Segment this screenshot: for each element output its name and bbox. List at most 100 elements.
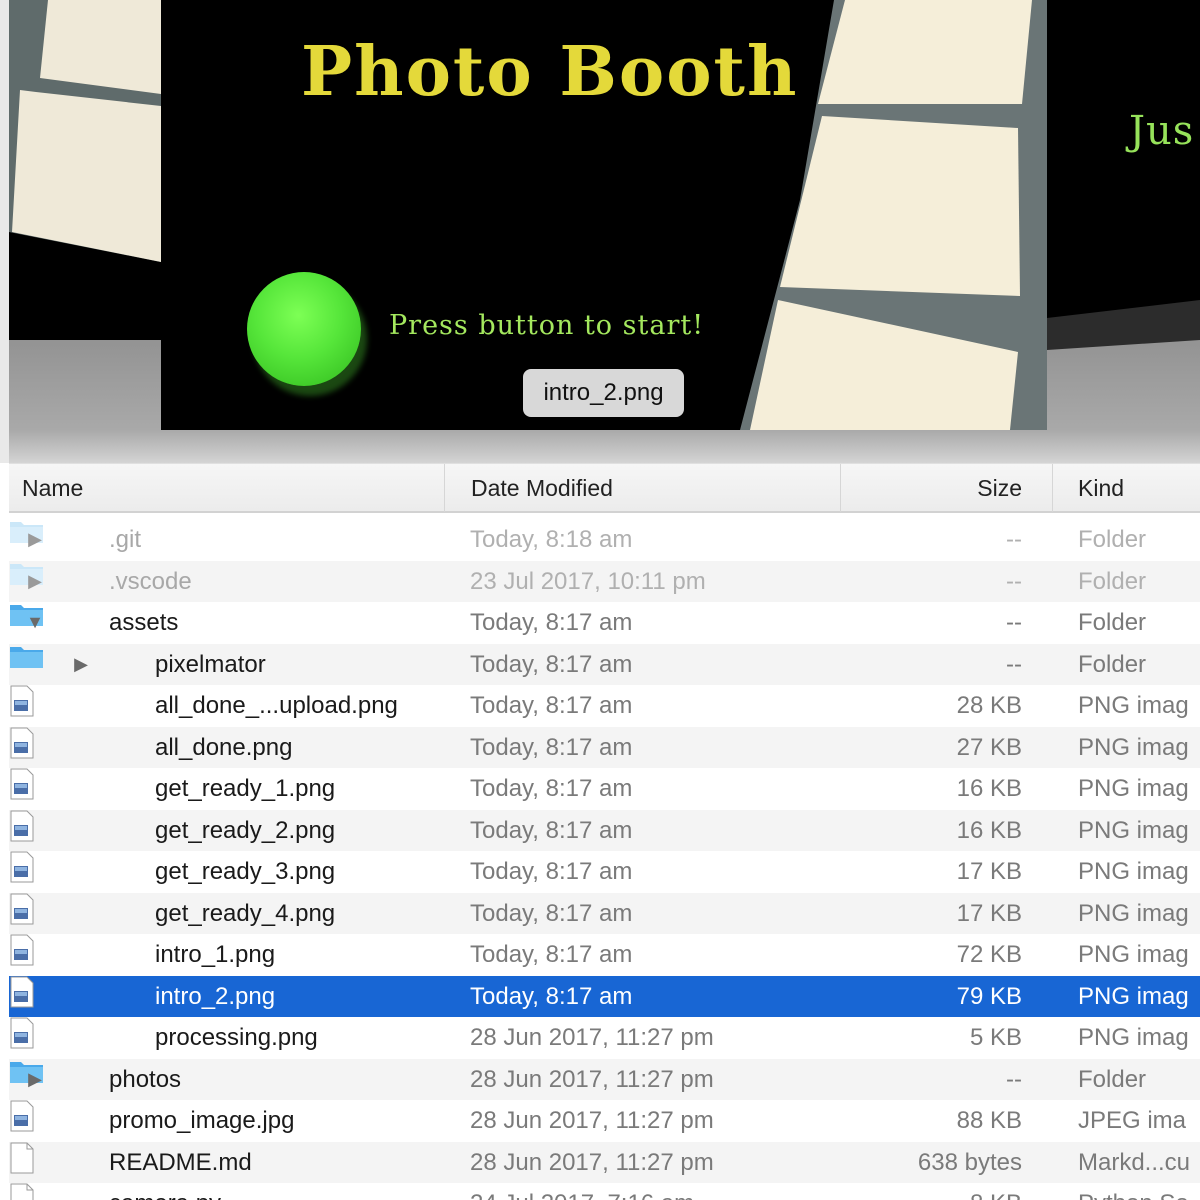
file-kind: PNG imag: [1078, 816, 1189, 844]
file-kind: PNG imag: [1078, 692, 1189, 719]
file-row-camera[interactable]: camera.py 24 Jul 2017, 7:16 am 8 KB Pyth…: [9, 1183, 1200, 1200]
file-date-modified: Today, 8:17 am: [470, 816, 633, 844]
file-name: pixelmator: [155, 650, 266, 678]
file-name: all_done.png: [155, 733, 293, 761]
file-date-modified: Today, 8:18 am: [470, 526, 633, 553]
disclosure-collapsed-icon[interactable]: ▶: [24, 1059, 46, 1101]
file-size: 27 KB: [956, 733, 1022, 761]
image-file-icon: [10, 1100, 34, 1132]
file-date-modified: 28 Jun 2017, 11:27 pm: [470, 1024, 714, 1051]
file-date-modified: Today, 8:17 am: [470, 775, 633, 802]
file-row-all-done[interactable]: all_done.png Today, 8:17 am 27 KB PNG im…: [9, 726, 1200, 768]
file-row-all-done-upload[interactable]: all_done_...upload.png Today, 8:17 am 28…: [9, 685, 1200, 727]
file-row-get-ready-3[interactable]: get_ready_3.png Today, 8:17 am 17 KB PNG…: [9, 851, 1200, 893]
file-name: intro_2.png: [155, 982, 276, 1010]
file-row-photos[interactable]: ▶ photos 28 Jun 2017, 11:27 pm -- Folder: [9, 1058, 1200, 1101]
file-kind: PNG imag: [1078, 899, 1189, 927]
column-header-name[interactable]: Name: [9, 464, 445, 512]
file-size: 638 bytes: [917, 1148, 1022, 1176]
image-file-icon: [10, 768, 34, 800]
image-file-icon: [10, 810, 34, 841]
file-name: get_ready_4.png: [155, 899, 336, 927]
disclosure-expanded-icon[interactable]: ▼: [24, 602, 46, 644]
file-date-modified: Today, 8:17 am: [470, 941, 633, 968]
file-name: .vscode: [109, 567, 192, 595]
file-name: photos: [109, 1065, 182, 1093]
file-size: 88 KB: [956, 1107, 1022, 1134]
column-header-date-modified[interactable]: Date Modified: [445, 464, 841, 512]
green-start-button-graphic: [247, 272, 361, 386]
file-kind: PNG imag: [1078, 858, 1189, 885]
file-name: intro_1.png: [155, 941, 276, 968]
file-kind: Markd...cu: [1078, 1148, 1191, 1176]
file-date-modified: 24 Jul 2017, 7:16 am: [470, 1183, 694, 1200]
file-size: 8 KB: [841, 1183, 1022, 1200]
file-size: 16 KB: [956, 816, 1022, 844]
file-date-modified: 23 Jul 2017, 10:11 pm: [470, 567, 706, 595]
previous-preview-text: a: [9, 36, 35, 96]
file-row-pixelmator[interactable]: ▶ pixelmator Today, 8:17 am -- Folder: [9, 643, 1200, 686]
file-row-vscode[interactable]: ▶ .vscode 23 Jul 2017, 10:11 pm -- Folde…: [9, 560, 1200, 603]
file-kind: Folder: [1078, 609, 1147, 636]
column-header-size[interactable]: Size: [841, 464, 1053, 512]
file-name: get_ready_3.png: [155, 858, 336, 885]
disclosure-collapsed-icon[interactable]: ▶: [70, 644, 92, 686]
file-size: --: [1006, 609, 1022, 636]
file-row-get-ready-4[interactable]: get_ready_4.png Today, 8:17 am 17 KB PNG…: [9, 892, 1200, 934]
file-name: get_ready_1.png: [155, 775, 336, 802]
image-file-icon: [10, 976, 34, 1007]
disclosure-collapsed-icon[interactable]: ▶: [24, 561, 46, 603]
selected-file-preview[interactable]: Photo Booth Press button to start! intro…: [161, 0, 1047, 430]
image-file-icon: [10, 727, 34, 758]
file-date-modified: 28 Jun 2017, 11:27 pm: [470, 1065, 714, 1093]
file-date-modified: Today, 8:17 am: [470, 650, 633, 678]
previous-preview-thumbnail[interactable]: a: [9, 0, 161, 340]
file-date-modified: Today, 8:17 am: [470, 692, 633, 719]
file-size: 17 KB: [956, 899, 1022, 927]
file-kind: PNG imag: [1078, 775, 1189, 802]
image-file-icon: [10, 685, 34, 717]
file-row-git[interactable]: ▶ .git Today, 8:18 am -- Folder: [9, 519, 1200, 561]
file-date-modified: Today, 8:17 am: [470, 609, 633, 636]
file-name: camera.py: [109, 1183, 221, 1200]
document-file-icon: [10, 1142, 34, 1173]
file-row-readme[interactable]: README.md 28 Jun 2017, 11:27 pm 638 byte…: [9, 1141, 1200, 1183]
quick-look-preview: a Jus Photo Booth Press button to start!…: [0, 0, 1200, 463]
file-list: ▶ .git Today, 8:18 am -- Folder ▶ .vscod…: [9, 519, 1200, 1200]
file-kind: Folder: [1078, 1065, 1147, 1093]
next-preview-text: Jus: [1129, 108, 1195, 154]
file-row-assets[interactable]: ▼ assets Today, 8:17 am -- Folder: [9, 602, 1200, 644]
file-row-intro-1[interactable]: intro_1.png Today, 8:17 am 72 KB PNG ima…: [9, 934, 1200, 976]
file-row-processing[interactable]: processing.png 28 Jun 2017, 11:27 pm 5 K…: [9, 1017, 1200, 1059]
image-file-icon: [10, 1017, 34, 1049]
column-header-kind[interactable]: Kind: [1053, 464, 1200, 512]
file-date-modified: 28 Jun 2017, 11:27 pm: [470, 1107, 714, 1134]
file-row-get-ready-2[interactable]: get_ready_2.png Today, 8:17 am 16 KB PNG…: [9, 809, 1200, 851]
file-name: get_ready_2.png: [155, 816, 336, 844]
file-row-promo-image[interactable]: promo_image.jpg 28 Jun 2017, 11:27 pm 88…: [9, 1100, 1200, 1142]
next-preview-thumbnail[interactable]: Jus: [1047, 0, 1200, 340]
disclosure-collapsed-icon[interactable]: ▶: [24, 519, 46, 561]
file-name: all_done_...upload.png: [155, 692, 398, 719]
file-row-intro-2-selected[interactable]: intro_2.png Today, 8:17 am 79 KB PNG ima…: [9, 975, 1200, 1017]
preview-prompt-text: Press button to start!: [389, 310, 705, 341]
file-date-modified: 28 Jun 2017, 11:27 pm: [470, 1148, 714, 1176]
file-kind: Folder: [1078, 526, 1147, 553]
file-date-modified: Today, 8:17 am: [470, 858, 633, 885]
file-row-get-ready-1[interactable]: get_ready_1.png Today, 8:17 am 16 KB PNG…: [9, 768, 1200, 810]
column-header-bar: Name Date Modified Size Kind: [9, 463, 1200, 513]
folder-icon: [10, 646, 43, 668]
file-name: README.md: [109, 1148, 252, 1176]
file-date-modified: Today, 8:17 am: [470, 899, 633, 927]
file-size: --: [1006, 526, 1022, 553]
image-file-icon: [10, 893, 34, 924]
image-file-icon: [10, 934, 34, 966]
file-name: promo_image.jpg: [109, 1107, 295, 1134]
file-size: 79 KB: [956, 982, 1022, 1010]
file-size: 16 KB: [956, 775, 1022, 802]
file-name: assets: [109, 609, 179, 636]
file-size: 72 KB: [956, 941, 1022, 968]
file-size: --: [1006, 567, 1022, 595]
document-file-icon: [10, 1183, 34, 1200]
file-kind: PNG imag: [1078, 1024, 1189, 1051]
